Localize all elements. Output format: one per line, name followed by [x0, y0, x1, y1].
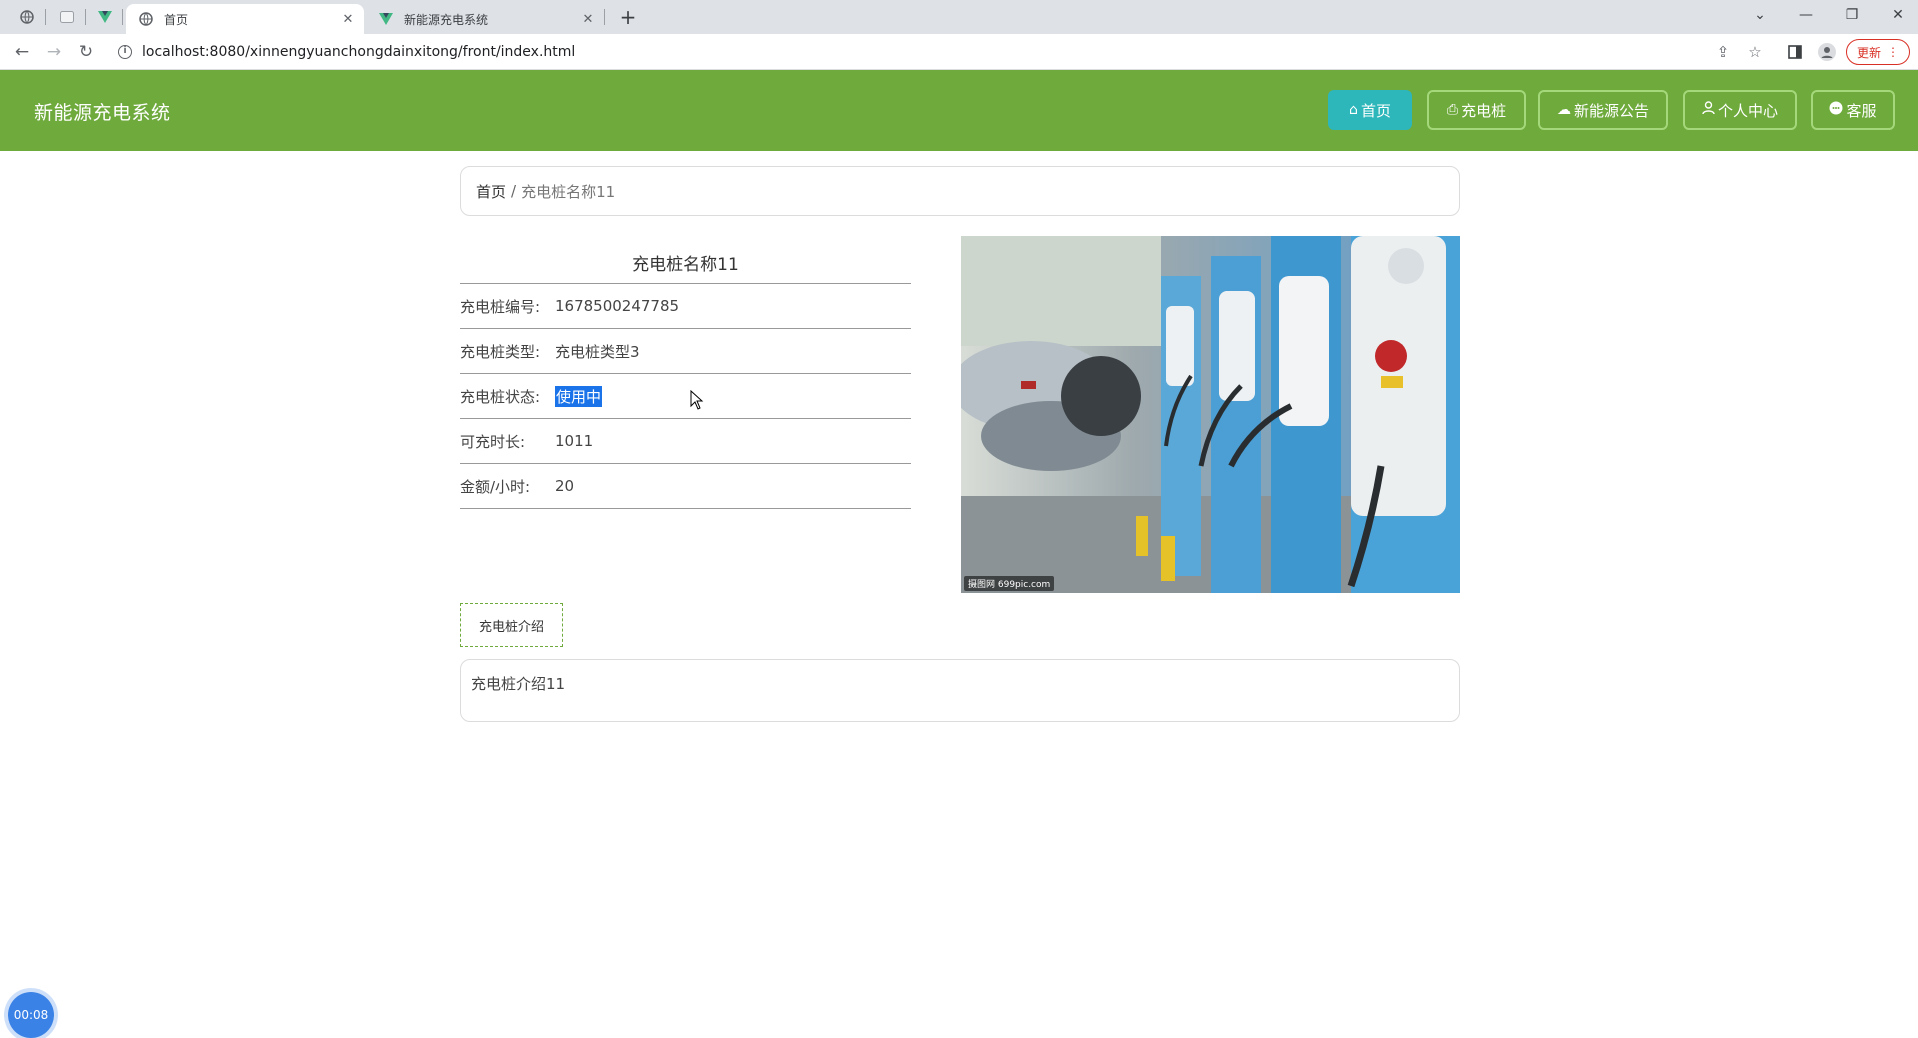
charging-pile-photo: 摄图网 699pic.com: [961, 236, 1460, 593]
field-label: 金额/小时:: [460, 477, 531, 496]
tab-separator: [122, 9, 123, 25]
nav-charging-pile[interactable]: ⎙ 充电桩: [1427, 90, 1526, 130]
nav-label: 客服: [1846, 101, 1877, 120]
field-label: 充电桩编号:: [460, 297, 541, 316]
nav-label: 首页: [1360, 101, 1391, 120]
intro-tab[interactable]: 充电桩介绍: [460, 603, 563, 647]
tab-separator: [604, 9, 605, 25]
charging-station-illustration: [961, 236, 1460, 593]
update-button[interactable]: 更新 ⋮: [1846, 39, 1910, 65]
nav-personal-center[interactable]: 个人中心: [1683, 90, 1797, 130]
site-header: 新能源充电系统 ⌂ 首页 ⎙ 充电桩 ☁ 新能源公告 个人中心 客服: [0, 70, 1918, 151]
nav-announcement[interactable]: ☁ 新能源公告: [1538, 90, 1668, 130]
close-window-button[interactable]: ✕: [1878, 0, 1918, 30]
new-tab-button[interactable]: +: [616, 5, 640, 29]
field-row-price: 金额/小时: 20: [460, 464, 911, 509]
blank-page-icon[interactable]: [59, 9, 75, 25]
field-label: 充电桩状态:: [460, 387, 541, 406]
info-icon[interactable]: i: [118, 45, 132, 59]
field-label: 可充时长:: [460, 432, 526, 451]
breadcrumb-separator: /: [511, 182, 517, 200]
nav-home[interactable]: ⌂ 首页: [1328, 90, 1412, 130]
minimize-button[interactable]: —: [1786, 0, 1826, 30]
field-value: 1011: [555, 432, 594, 450]
share-icon[interactable]: ⇪: [1713, 42, 1733, 62]
field-label: 充电桩类型:: [460, 342, 541, 361]
vue-icon: [378, 11, 394, 27]
cloud-icon: ☁: [1556, 102, 1571, 118]
profile-icon[interactable]: [1817, 42, 1837, 62]
field-value: 20: [555, 477, 575, 495]
back-icon[interactable]: ←: [10, 40, 34, 64]
detail-title-text: 充电桩名称11: [632, 255, 739, 275]
field-row-duration: 可充时长: 1011: [460, 419, 911, 464]
url-field[interactable]: i localhost:8080/xinnengyuanchongdainxit…: [110, 38, 1750, 66]
close-icon[interactable]: ✕: [578, 9, 598, 29]
intro-content: 充电桩介绍11: [460, 659, 1460, 722]
home-icon: ⌂: [1349, 102, 1358, 118]
field-value: 充电桩类型3: [555, 342, 640, 361]
nav-customer-service[interactable]: 客服: [1811, 90, 1895, 130]
update-label: 更新: [1856, 45, 1881, 60]
vue-icon[interactable]: [97, 9, 113, 25]
nav-label: 新能源公告: [1573, 101, 1649, 120]
restore-button[interactable]: ❐: [1832, 0, 1872, 30]
field-value: 1678500247785: [555, 297, 680, 315]
url-text[interactable]: localhost:8080/xinnengyuanchongdainxiton…: [142, 44, 575, 60]
address-bar: ← → ↻ i localhost:8080/xinnengyuanchongd…: [0, 34, 1918, 70]
field-row-type: 充电桩类型: 充电桩类型3: [460, 329, 911, 374]
breadcrumb: 首页 / 充电桩名称11: [460, 166, 1460, 216]
globe-icon[interactable]: [19, 9, 35, 25]
close-icon[interactable]: ✕: [338, 9, 358, 29]
tab-search-icon[interactable]: ⌄: [1740, 0, 1780, 30]
field-value-selected: 使用中: [555, 385, 603, 407]
globe-icon: [138, 11, 154, 27]
nav-label: 充电桩: [1461, 101, 1507, 120]
forward-icon[interactable]: →: [42, 40, 66, 64]
detail-title: 充电桩名称11: [460, 238, 911, 284]
reload-icon[interactable]: ↻: [74, 40, 98, 64]
browser-tab-bar: 首页 ✕ 新能源充电系统 ✕ + ⌄ — ❐ ✕: [0, 0, 1918, 34]
chat-icon: [1829, 101, 1843, 119]
tab-separator: [85, 9, 86, 25]
site-brand: 新能源充电系统: [34, 102, 171, 124]
field-row-number: 充电桩编号: 1678500247785: [460, 284, 911, 329]
tab-system[interactable]: 新能源充电系统 ✕: [366, 4, 604, 34]
star-icon[interactable]: ☆: [1745, 42, 1765, 62]
user-icon: [1702, 101, 1715, 119]
breadcrumb-current: 充电桩名称11: [521, 182, 616, 201]
tab-title: 新能源充电系统: [404, 12, 489, 27]
breadcrumb-home[interactable]: 首页: [476, 181, 506, 202]
nav-label: 个人中心: [1717, 101, 1778, 120]
field-row-status: 充电桩状态: 使用中: [460, 374, 911, 419]
printer-icon: ⎙: [1446, 102, 1459, 118]
recording-timer[interactable]: 00:08: [8, 992, 54, 1038]
side-panel-icon[interactable]: [1785, 42, 1805, 62]
tab-home[interactable]: 首页 ✕: [126, 4, 364, 34]
image-watermark: 摄图网 699pic.com: [964, 576, 1055, 591]
mouse-cursor-icon: [690, 390, 704, 410]
tab-title: 首页: [164, 12, 189, 27]
tab-separator: [45, 9, 46, 25]
more-icon: ⋮: [1887, 45, 1899, 59]
